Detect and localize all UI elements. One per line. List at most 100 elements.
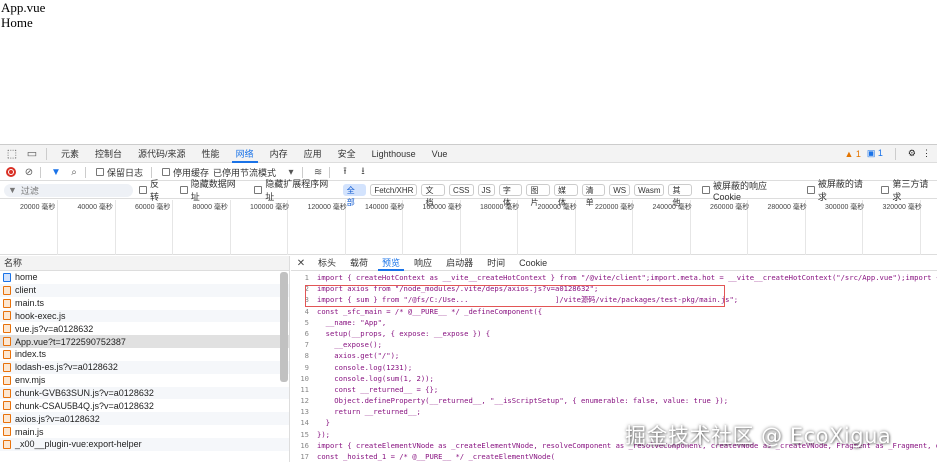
- request-row[interactable]: App.vue?t=1722590752387: [0, 335, 289, 349]
- warning-icon[interactable]: ▲ 1: [844, 149, 860, 159]
- request-row[interactable]: env.mjs: [0, 374, 289, 387]
- devtools-tab-4[interactable]: 网络: [228, 145, 262, 163]
- line-number: 7: [304, 340, 309, 350]
- export-har-icon[interactable]: ⭳: [356, 165, 370, 179]
- network-timeline[interactable]: 20000 毫秒 40000 毫秒 60000 毫秒 80000 毫秒 100000 毫…: [0, 200, 937, 255]
- request-row[interactable]: vue.js?v=a0128632: [0, 322, 289, 335]
- devtools-tab-0[interactable]: 元素: [53, 145, 87, 163]
- timeline-tick-label: 80000 毫秒: [192, 204, 228, 211]
- preview-tab-2[interactable]: 预览: [375, 256, 407, 271]
- type-filter-5[interactable]: 字体: [498, 184, 523, 207]
- import-har-icon[interactable]: ⭱: [338, 165, 352, 179]
- disable-cache-checkbox[interactable]: [162, 168, 171, 176]
- devtools-tab-1[interactable]: 控制台: [87, 145, 130, 163]
- type-filter-4[interactable]: JS: [477, 184, 495, 196]
- inspect-icon[interactable]: ⬚: [4, 146, 20, 162]
- preview-tab-0[interactable]: 标头: [311, 256, 343, 271]
- line-number: 15: [300, 429, 309, 439]
- request-list-scrollbar[interactable]: [280, 272, 288, 382]
- request-list: 名称 home client main.ts hook-exec.js vue.js?v…: [0, 256, 290, 462]
- more-options-icon[interactable]: ⋮: [922, 148, 931, 159]
- third-party-checkbox[interactable]: [881, 186, 890, 194]
- hide-data-urls-checkbox[interactable]: [179, 186, 188, 194]
- request-name: axios.js?v=a0128632: [15, 413, 100, 424]
- code-line: 10 console.log(sum(1, 2));: [291, 373, 937, 384]
- warning-count: 1: [855, 148, 861, 159]
- blocked-requests-checkbox[interactable]: [806, 186, 815, 194]
- code-line: 8 axios.get("/");: [291, 350, 937, 361]
- code-text: Object.defineProperty(__returned__, "__i…: [317, 396, 729, 406]
- type-filter-1[interactable]: Fetch/XHR: [370, 184, 418, 196]
- request-row[interactable]: index.ts: [0, 348, 289, 361]
- devtools-right-controls: ▲ 1 ▣ 1 ⚙ ⋮: [844, 147, 937, 160]
- timeline-tick-label: 20000 毫秒: [20, 204, 56, 211]
- devtools-tab-9[interactable]: Vue: [424, 145, 456, 163]
- devtools-tab-6[interactable]: 应用: [296, 145, 330, 163]
- hide-ext-urls-checkbox[interactable]: [254, 186, 263, 194]
- line-number: 13: [300, 407, 309, 417]
- timeline-tick-label: 200000 毫秒: [537, 204, 577, 211]
- line-number: 11: [300, 384, 309, 394]
- request-row[interactable]: axios.js?v=a0128632: [0, 412, 289, 426]
- settings-gear-icon[interactable]: ⚙: [908, 148, 916, 159]
- invert-checkbox[interactable]: [138, 186, 147, 194]
- devtools-tab-5[interactable]: 内存: [262, 145, 296, 163]
- code-text: return __returned__;: [317, 407, 421, 417]
- request-name: home: [15, 272, 38, 283]
- request-row[interactable]: client: [0, 283, 289, 297]
- devtools-tab-7[interactable]: 安全: [330, 145, 364, 163]
- request-row[interactable]: main.ts: [0, 297, 289, 310]
- preview-tabs: ✕ 标头 载荷 预览 响应 启动器 时间 Cookie: [291, 256, 937, 271]
- request-row[interactable]: chunk-CSAU5B4Q.js?v=a0128632: [0, 399, 289, 412]
- preview-tab-4[interactable]: 启动器: [439, 256, 480, 271]
- blocked-cookies-checkbox[interactable]: [702, 186, 711, 194]
- type-filter-9[interactable]: WS: [609, 184, 631, 196]
- devtools-tab-2[interactable]: 源代码/来源: [130, 145, 194, 163]
- request-row[interactable]: lodash-es.js?v=a0128632: [0, 360, 289, 374]
- request-row[interactable]: hook-exec.js: [0, 309, 289, 323]
- highlight-box: [305, 285, 725, 307]
- script-icon: [3, 414, 11, 424]
- type-filter-3[interactable]: CSS: [449, 184, 474, 196]
- line-number: 10: [300, 373, 309, 383]
- script-icon: [3, 349, 11, 359]
- code-text: });: [317, 429, 330, 439]
- close-icon[interactable]: ✕: [291, 258, 311, 269]
- type-filter-8[interactable]: 清单: [581, 184, 606, 207]
- resource-type-filters: 全部 Fetch/XHR 文档 CSS JS 字体 图片 媒体 清单 WS Wasm 其他: [342, 184, 696, 207]
- type-filter-0[interactable]: 全部: [342, 184, 367, 207]
- search-icon[interactable]: ⌕: [67, 165, 81, 179]
- record-icon[interactable]: [4, 165, 18, 179]
- code-line: 7 __expose();: [291, 339, 937, 350]
- timeline-tick-label: 180000 毫秒: [480, 204, 520, 211]
- filter-input[interactable]: ▼ 过滤: [4, 183, 133, 197]
- preserve-log-checkbox[interactable]: [96, 168, 104, 176]
- code-line: 12 Object.defineProperty(__returned__, "…: [291, 395, 937, 406]
- page-text-home: Home: [1, 15, 33, 30]
- preview-tab-6[interactable]: Cookie: [512, 256, 554, 271]
- clear-icon[interactable]: ⊘: [22, 165, 36, 179]
- type-filter-2[interactable]: 文档: [421, 184, 446, 207]
- request-name: index.ts: [15, 349, 47, 360]
- request-row[interactable]: home: [0, 271, 289, 284]
- request-row[interactable]: _x00__plugin-vue:export-helper: [0, 437, 289, 451]
- request-list-header[interactable]: 名称: [0, 256, 289, 271]
- request-row[interactable]: main.js: [0, 425, 289, 438]
- type-filter-6[interactable]: 图片: [526, 184, 551, 207]
- request-name: chunk-CSAU5B4Q.js?v=a0128632: [15, 400, 154, 411]
- script-icon: [3, 388, 11, 398]
- info-icon[interactable]: ▣ 1: [867, 148, 883, 159]
- type-filter-11[interactable]: 其他: [668, 184, 693, 207]
- device-toolbar-icon[interactable]: ▭: [24, 146, 40, 162]
- devtools-tab-8[interactable]: Lighthouse: [364, 145, 424, 163]
- preview-tab-1[interactable]: 载荷: [343, 256, 375, 271]
- type-filter-7[interactable]: 媒体: [554, 184, 578, 207]
- preview-tab-5[interactable]: 时间: [480, 256, 512, 271]
- timeline-tick-label: 320000 毫秒: [882, 204, 922, 211]
- line-number: 8: [304, 351, 309, 361]
- preview-tab-3[interactable]: 响应: [407, 256, 439, 271]
- devtools-tab-3[interactable]: 性能: [194, 145, 228, 163]
- filter-icon[interactable]: ▼: [49, 165, 63, 179]
- request-row[interactable]: chunk-GVB63SUN.js?v=a0128632: [0, 386, 289, 400]
- type-filter-10[interactable]: Wasm: [634, 184, 665, 196]
